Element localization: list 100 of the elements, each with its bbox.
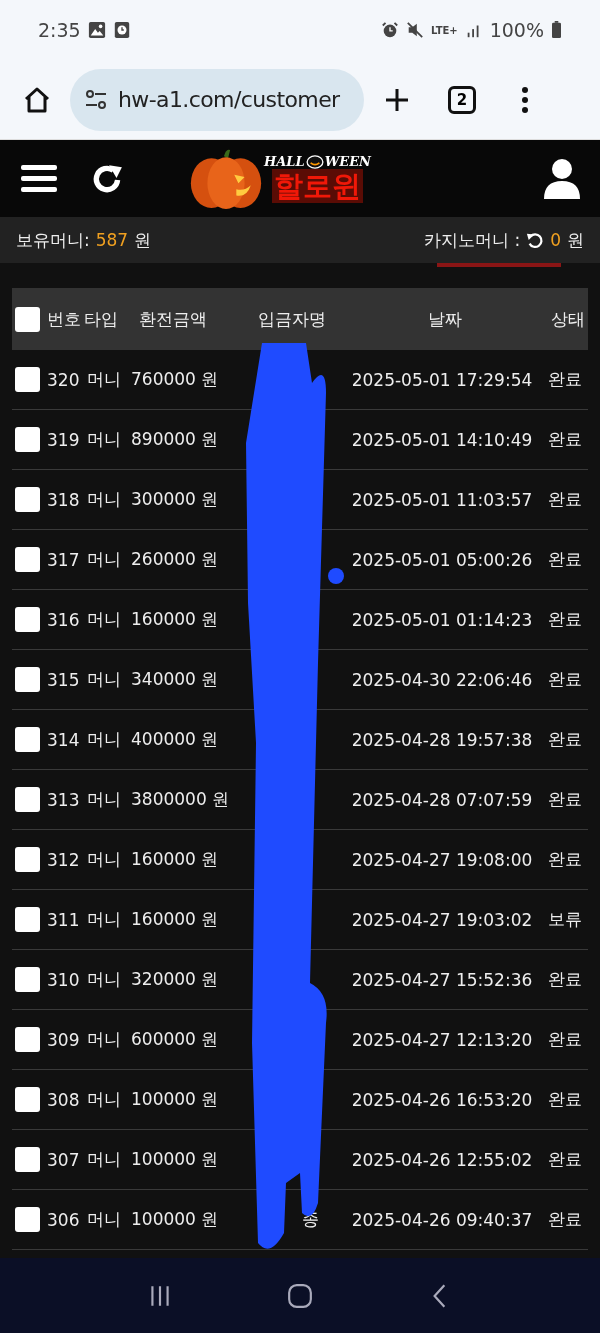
redaction-dot bbox=[328, 568, 344, 584]
checkbox[interactable] bbox=[15, 787, 40, 812]
checkbox[interactable] bbox=[15, 1207, 40, 1232]
table-cell-text: 머니 bbox=[87, 1148, 122, 1171]
address-bar[interactable]: hw-a1.com/customer bbox=[70, 68, 364, 131]
site-settings-icon[interactable] bbox=[84, 87, 108, 112]
table-cell-text: 317 bbox=[47, 549, 81, 570]
refresh-icon[interactable] bbox=[526, 231, 545, 249]
more-menu-icon[interactable] bbox=[520, 84, 530, 115]
table-cell-text: 완료 bbox=[547, 548, 582, 571]
clock-time: 2:35 bbox=[38, 19, 81, 41]
table-cell-text: 100000 원 bbox=[131, 1148, 220, 1171]
checkbox[interactable] bbox=[15, 487, 40, 512]
table-cell-text: 2025-04-28 19:57:38 bbox=[350, 729, 534, 750]
table-cell-text: 600000 원 bbox=[131, 1028, 220, 1051]
home-button-icon[interactable] bbox=[287, 1282, 313, 1309]
checkbox[interactable] bbox=[15, 607, 40, 632]
checkbox[interactable] bbox=[15, 306, 40, 332]
column-header: 입금자명 bbox=[257, 307, 327, 331]
table-cell-text: 2025-05-01 01:14:23 bbox=[350, 609, 534, 630]
user-icon[interactable] bbox=[544, 158, 580, 199]
table-cell-text: 320 bbox=[47, 369, 81, 390]
table-cell-text: 315 bbox=[47, 669, 81, 690]
table-cell-text: 312 bbox=[47, 849, 81, 870]
tab-count-button[interactable]: 2 bbox=[448, 85, 476, 114]
checkbox[interactable] bbox=[15, 1087, 40, 1112]
held-money-label: 보유머니: bbox=[16, 228, 90, 252]
column-header: 날짜 bbox=[427, 307, 463, 331]
menu-icon[interactable] bbox=[20, 163, 58, 194]
table-cell-text: 2025-04-30 22:06:46 bbox=[350, 669, 534, 690]
table-cell-text: 2025-04-27 19:03:02 bbox=[350, 909, 534, 930]
table-cell-text: 2025-04-27 15:52:36 bbox=[350, 969, 534, 990]
table-cell-text: 완료 bbox=[547, 668, 582, 691]
table-cell-text: 160000 원 bbox=[131, 608, 220, 631]
column-header: 상태 bbox=[550, 307, 585, 331]
table-cell-text: 완료 bbox=[547, 1208, 582, 1231]
table-cell-text: 2025-04-27 12:13:20 bbox=[350, 1029, 534, 1050]
table-cell-text: 100000 원 bbox=[131, 1208, 220, 1231]
logo-text: WEEN bbox=[324, 154, 371, 169]
table-cell-text: 머니 bbox=[87, 788, 122, 811]
clock-app-icon bbox=[112, 21, 131, 39]
logo-text: HALL bbox=[264, 154, 305, 169]
casino-money-amount: 0 bbox=[550, 230, 561, 250]
image-icon bbox=[87, 21, 106, 39]
table-cell-text: 400000 원 bbox=[131, 728, 220, 751]
table-cell-text: 2025-05-01 11:03:57 bbox=[350, 489, 534, 510]
logo-title: 할로윈 bbox=[272, 169, 363, 203]
table-cell-text: 머니 bbox=[87, 548, 122, 571]
checkbox[interactable] bbox=[15, 667, 40, 692]
table-cell-text: 머니 bbox=[87, 848, 122, 871]
checkbox[interactable] bbox=[15, 967, 40, 992]
checkbox[interactable] bbox=[15, 547, 40, 572]
table-cell-text: 완료 bbox=[547, 608, 582, 631]
table-cell-text: 319 bbox=[47, 429, 81, 450]
table-cell-text: 머니 bbox=[87, 428, 122, 451]
currency-unit: 원 bbox=[567, 228, 584, 252]
table-cell-text: 890000 원 bbox=[131, 428, 220, 451]
refresh-icon[interactable] bbox=[92, 162, 124, 195]
table-cell-text: 2025-05-01 14:10:49 bbox=[350, 429, 534, 450]
table-cell-text: 307 bbox=[47, 1149, 81, 1170]
table-cell-text: 완료 bbox=[547, 1088, 582, 1111]
jack-o-lantern-icon bbox=[305, 154, 324, 169]
checkbox[interactable] bbox=[15, 367, 40, 392]
checkbox[interactable] bbox=[15, 427, 40, 452]
checkbox[interactable] bbox=[15, 907, 40, 932]
table-cell-text: 머니 bbox=[87, 668, 122, 691]
table-cell-text: 보류 bbox=[547, 908, 582, 931]
table-cell-text: 2025-04-27 19:08:00 bbox=[350, 849, 534, 870]
table-cell-text: 완료 bbox=[547, 428, 582, 451]
column-header: 환전금액 bbox=[139, 307, 208, 331]
table-cell-text: 309 bbox=[47, 1029, 81, 1050]
checkbox[interactable] bbox=[15, 727, 40, 752]
network-type: LTE+ bbox=[430, 24, 458, 36]
table-cell-text: 머니 bbox=[87, 488, 122, 511]
table-cell-text: 260000 원 bbox=[131, 548, 220, 571]
table-cell-text: 머니 bbox=[87, 1208, 122, 1231]
column-header: 번호 bbox=[47, 307, 82, 331]
table-cell-text: 2025-04-26 09:40:37 bbox=[350, 1209, 534, 1230]
checkbox[interactable] bbox=[15, 847, 40, 872]
checkbox[interactable] bbox=[15, 1027, 40, 1052]
table-cell-text: 316 bbox=[47, 609, 81, 630]
checkbox[interactable] bbox=[15, 1147, 40, 1172]
table-cell-text: 2025-04-28 07:07:59 bbox=[350, 789, 534, 810]
battery-icon bbox=[551, 21, 562, 39]
table-cell-text: 완료 bbox=[547, 728, 582, 751]
table-cell-text: 완료 bbox=[547, 968, 582, 991]
table-cell-text: 300000 원 bbox=[131, 488, 220, 511]
battery-percent: 100% bbox=[489, 19, 544, 41]
table-cell-text: 완료 bbox=[547, 368, 582, 391]
table-cell-text: 머니 bbox=[87, 968, 122, 991]
table-cell-text: 2025-04-26 12:55:02 bbox=[350, 1149, 534, 1170]
table-cell-text: 완료 bbox=[547, 488, 582, 511]
table-cell-text: 160000 원 bbox=[131, 848, 220, 871]
table-cell-text: 314 bbox=[47, 729, 81, 750]
table-cell-text: 310 bbox=[47, 969, 81, 990]
table-cell-text: 760000 원 bbox=[131, 368, 220, 391]
table-cell-text: 2025-05-01 17:29:54 bbox=[350, 369, 534, 390]
column-header: 타입 bbox=[84, 307, 119, 331]
currency-unit: 원 bbox=[134, 228, 152, 252]
table-cell-text: 머니 bbox=[87, 908, 122, 931]
